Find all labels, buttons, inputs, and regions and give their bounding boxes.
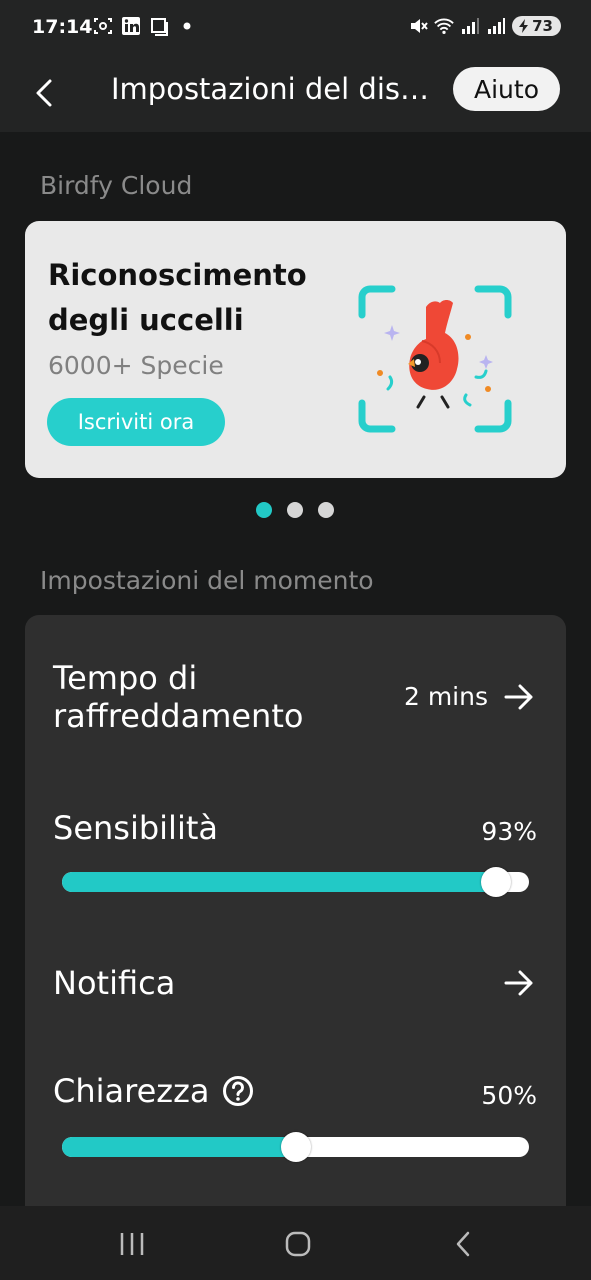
- bird-recognition-illustration: [358, 285, 512, 433]
- help-button[interactable]: Aiuto: [453, 67, 560, 111]
- home-button[interactable]: [276, 1222, 320, 1266]
- window-icon: [149, 16, 169, 36]
- app-bar: Impostazioni del dis… Aiuto: [0, 56, 591, 132]
- cooldown-label: Tempo di raffreddamento: [53, 659, 304, 735]
- arrow-right-icon: [504, 684, 533, 710]
- promo-card[interactable]: Riconoscimento degli uccelli 6000+ Speci…: [25, 221, 566, 478]
- sensitivity-value: 93%: [481, 817, 537, 846]
- system-icons: 73: [408, 16, 561, 36]
- promo-title: Riconoscimento degli uccelli: [48, 258, 307, 337]
- cooldown-value: 2 mins: [403, 682, 488, 711]
- sensitivity-label: Sensibilità: [53, 809, 218, 847]
- status-bar: 17:14 73: [0, 0, 591, 56]
- sensitivity-slider[interactable]: [62, 867, 529, 897]
- mute-icon: [408, 16, 428, 36]
- clarity-label: Chiarezza: [53, 1072, 210, 1110]
- cloud-section-label: Birdfy Cloud: [40, 171, 193, 200]
- settings-card: Tempo di raffreddamento 2 mins Sensibili…: [25, 615, 566, 1235]
- carousel-dot[interactable]: [287, 502, 303, 518]
- carousel-dot[interactable]: [256, 502, 272, 518]
- clarity-slider[interactable]: [62, 1132, 529, 1162]
- slider-fill: [62, 872, 497, 892]
- recent-apps-button[interactable]: [110, 1222, 154, 1266]
- arrow-right-icon: [504, 970, 533, 996]
- signal-icon-2: [486, 16, 506, 36]
- recent-apps-icon: [120, 1233, 144, 1255]
- screenshot-icon: [93, 16, 113, 36]
- settings-section-label: Impostazioni del momento: [40, 566, 374, 595]
- question-circle-icon[interactable]: [222, 1075, 254, 1107]
- carousel-dot[interactable]: [318, 502, 334, 518]
- notification-icons: [93, 16, 197, 36]
- wifi-icon: [434, 16, 454, 36]
- page-title: Impostazioni del dis…: [111, 72, 429, 106]
- nav-back-button[interactable]: [441, 1222, 485, 1266]
- back-arrow-icon: [36, 79, 52, 107]
- signal-icon: [460, 16, 480, 36]
- linkedin-icon: [121, 16, 141, 36]
- slider-thumb[interactable]: [280, 1132, 311, 1162]
- back-button[interactable]: [22, 70, 68, 116]
- battery-level: 73: [532, 17, 553, 35]
- battery-icon: 73: [512, 16, 561, 36]
- slider-thumb[interactable]: [481, 867, 512, 897]
- status-time: 17:14: [32, 16, 93, 38]
- carousel-indicator: [256, 502, 334, 518]
- promo-subtitle: 6000+ Specie: [48, 351, 224, 380]
- nav-back-icon: [456, 1231, 470, 1257]
- subscribe-button[interactable]: Iscriviti ora: [47, 398, 225, 446]
- slider-fill: [62, 1137, 296, 1157]
- notification-label: Notifica: [53, 964, 176, 1002]
- system-nav-bar: [0, 1206, 591, 1280]
- clarity-value: 50%: [481, 1081, 537, 1110]
- dot-icon: [177, 16, 197, 36]
- home-icon: [285, 1231, 311, 1257]
